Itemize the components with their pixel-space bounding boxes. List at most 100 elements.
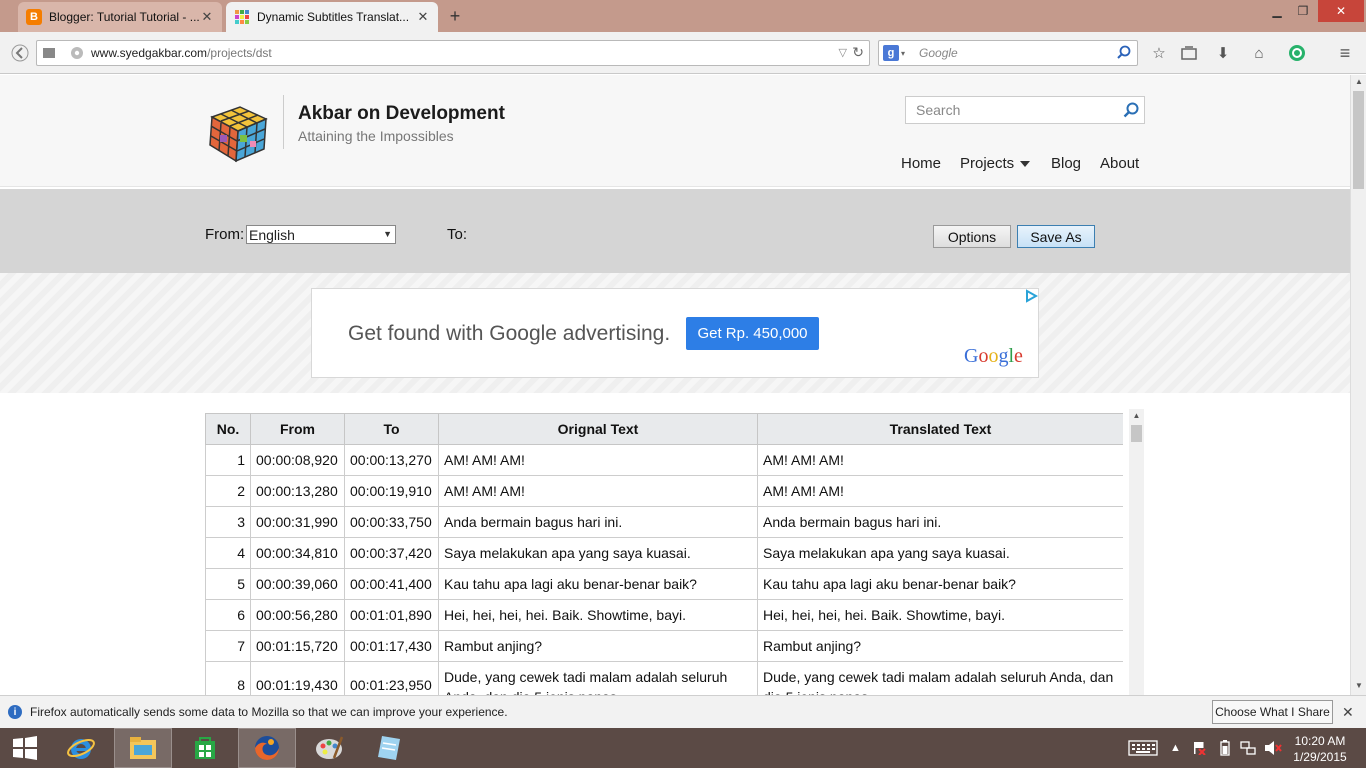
- nav-blog[interactable]: Blog: [1051, 155, 1081, 172]
- rubiks-cube-logo: [206, 99, 270, 163]
- cell-no: 8: [205, 661, 251, 695]
- windows-taskbar: ▲ 10:20 AM 1/29/2015: [0, 728, 1366, 768]
- cell-translated[interactable]: Rambut anjing?: [757, 630, 1123, 662]
- taskbar-clock[interactable]: 10:20 AM 1/29/2015: [1290, 733, 1350, 765]
- search-icon[interactable]: [1118, 97, 1144, 123]
- choose-what-i-share-button[interactable]: Choose What I Share: [1212, 700, 1333, 724]
- caret-down-icon: [1020, 161, 1031, 168]
- volume-muted-icon[interactable]: [1264, 728, 1282, 768]
- scroll-down-arrow-icon[interactable]: ▼: [1351, 679, 1366, 693]
- cell-translated[interactable]: Kau tahu apa lagi aku benar-benar baik?: [757, 568, 1123, 600]
- extension-icon[interactable]: [1286, 40, 1308, 66]
- notepad-icon[interactable]: [360, 728, 418, 768]
- table-row[interactable]: 1 00:00:08,920 00:00:13,270 AM! AM! AM! …: [205, 444, 1123, 476]
- bookmark-star-icon[interactable]: ☆: [1148, 40, 1170, 66]
- cell-no: 1: [205, 444, 251, 476]
- cell-translated[interactable]: AM! AM! AM!: [757, 444, 1123, 476]
- dropdown-arrow-icon[interactable]: ▽: [839, 46, 847, 59]
- battery-icon[interactable]: [1220, 728, 1230, 768]
- table-row[interactable]: 2 00:00:13,280 00:00:19,910 AM! AM! AM! …: [205, 475, 1123, 507]
- ad-cta-button[interactable]: Get Rp. 450,000: [686, 317, 819, 350]
- save-as-button[interactable]: Save As: [1017, 225, 1095, 248]
- cell-translated[interactable]: AM! AM! AM!: [757, 475, 1123, 507]
- chevron-down-icon[interactable]: ▾: [901, 49, 905, 58]
- nav-home[interactable]: Home: [901, 155, 941, 172]
- table-row[interactable]: 7 00:01:15,720 00:01:17,430 Rambut anjin…: [205, 630, 1123, 662]
- from-label: From:: [205, 226, 245, 243]
- windows-start-icon[interactable]: [0, 728, 50, 768]
- cell-translated[interactable]: Saya melakukan apa yang saya kuasai.: [757, 537, 1123, 569]
- table-row[interactable]: 5 00:00:39,060 00:00:41,400 Kau tahu apa…: [205, 568, 1123, 600]
- cube-icon: [234, 9, 250, 25]
- minimize-icon[interactable]: ▁: [1266, 0, 1288, 22]
- url-text: www.syedgakbar.com/projects/dst: [91, 46, 272, 60]
- tab-close-icon[interactable]: ✕: [200, 9, 214, 25]
- cell-to: 00:00:41,400: [344, 568, 439, 600]
- cell-translated[interactable]: Dude, yang cewek tadi malam adalah selur…: [757, 661, 1123, 695]
- from-language-select[interactable]: English ▼: [246, 225, 396, 244]
- show-hidden-icons-icon[interactable]: ▲: [1170, 728, 1181, 768]
- page-scrollbar[interactable]: ▲ ▼: [1350, 75, 1366, 695]
- browser-navigation-bar: www.syedgakbar.com/projects/dst ▽ ↻ g ▾ …: [0, 32, 1366, 74]
- file-explorer-icon[interactable]: [114, 728, 172, 768]
- tab-dynamic-subtitles[interactable]: Dynamic Subtitles Translat... ✕: [226, 2, 438, 32]
- scroll-up-arrow-icon[interactable]: ▲: [1351, 75, 1366, 89]
- subtitles-table-container[interactable]: No. From To Orignal Text Translated Text…: [205, 413, 1123, 695]
- options-button[interactable]: Options: [933, 225, 1011, 248]
- search-icon[interactable]: [1117, 45, 1131, 62]
- windows-store-icon[interactable]: [176, 728, 234, 768]
- new-tab-button[interactable]: +: [444, 5, 466, 27]
- cell-no: 5: [205, 568, 251, 600]
- close-icon[interactable]: ✕: [1342, 704, 1354, 721]
- internet-explorer-icon[interactable]: [52, 728, 110, 768]
- page-info-icon[interactable]: [42, 46, 56, 63]
- cell-to: 00:00:37,420: [344, 537, 439, 569]
- tab-close-icon[interactable]: ✕: [416, 9, 430, 25]
- window-close-icon[interactable]: ✕: [1318, 0, 1364, 22]
- cell-to: 00:00:33,750: [344, 506, 439, 538]
- paint-icon[interactable]: [300, 728, 358, 768]
- cell-from: 00:00:56,280: [250, 599, 345, 631]
- tab-title: Dynamic Subtitles Translat...: [257, 10, 410, 24]
- table-row[interactable]: 3 00:00:31,990 00:00:33,750 Anda bermain…: [205, 506, 1123, 538]
- cell-no: 6: [205, 599, 251, 631]
- cell-original: Rambut anjing?: [438, 630, 758, 662]
- cell-translated[interactable]: Hei, hei, hei, hei. Baik. Showtime, bayi…: [757, 599, 1123, 631]
- touch-keyboard-icon[interactable]: [1128, 728, 1158, 768]
- ad-choices-icon[interactable]: [1024, 289, 1039, 303]
- table-row[interactable]: 4 00:00:34,810 00:00:37,420 Saya melakuk…: [205, 537, 1123, 569]
- menu-hamburger-icon[interactable]: ≡: [1334, 40, 1356, 66]
- home-icon[interactable]: ⌂: [1248, 40, 1270, 66]
- url-bar[interactable]: www.syedgakbar.com/projects/dst ▽ ↻: [36, 40, 870, 66]
- cell-to: 00:01:23,950: [344, 661, 439, 695]
- site-search-input[interactable]: Search: [905, 96, 1145, 124]
- flag-alert-icon[interactable]: [1192, 728, 1206, 768]
- nav-about[interactable]: About: [1100, 155, 1139, 172]
- table-scrollbar[interactable]: ▲: [1129, 409, 1144, 695]
- back-arrow-icon[interactable]: [8, 40, 32, 66]
- cell-original: Hei, hei, hei, hei. Baik. Showtime, bayi…: [438, 599, 758, 631]
- restore-icon[interactable]: ❐: [1292, 0, 1314, 22]
- table-scrollbar-thumb[interactable]: [1131, 425, 1142, 442]
- translator-toolbar: From: English ▼ To: Options Save As: [0, 189, 1350, 273]
- scroll-up-arrow-icon[interactable]: ▲: [1129, 409, 1144, 423]
- tab-title: Blogger: Tutorial Tutorial - ...: [49, 10, 200, 24]
- download-icon[interactable]: ⬇: [1212, 40, 1234, 66]
- page-scrollbar-thumb[interactable]: [1353, 91, 1364, 189]
- site-title[interactable]: Akbar on Development: [298, 103, 505, 125]
- browser-search-field[interactable]: g ▾ Google: [878, 40, 1138, 66]
- cell-translated[interactable]: Anda bermain bagus hari ini.: [757, 506, 1123, 538]
- network-icon[interactable]: [1240, 728, 1256, 768]
- google-search-engine-icon[interactable]: g: [883, 45, 899, 61]
- nav-projects[interactable]: Projects: [960, 155, 1031, 172]
- google-ad[interactable]: Get found with Google advertising. Get R…: [311, 288, 1039, 378]
- reload-icon[interactable]: ↻: [852, 44, 864, 61]
- cell-from: 00:01:15,720: [250, 630, 345, 662]
- notification-message: Firefox automatically sends some data to…: [30, 705, 508, 719]
- tab-blogger[interactable]: B Blogger: Tutorial Tutorial - ... ✕: [18, 2, 222, 32]
- reading-list-icon[interactable]: [1178, 40, 1200, 66]
- firefox-icon[interactable]: [238, 728, 296, 768]
- table-row[interactable]: 8 00:01:19,430 00:01:23,950 Dude, yang c…: [205, 661, 1123, 695]
- cell-original: Dude, yang cewek tadi malam adalah selur…: [438, 661, 758, 695]
- table-row[interactable]: 6 00:00:56,280 00:01:01,890 Hei, hei, he…: [205, 599, 1123, 631]
